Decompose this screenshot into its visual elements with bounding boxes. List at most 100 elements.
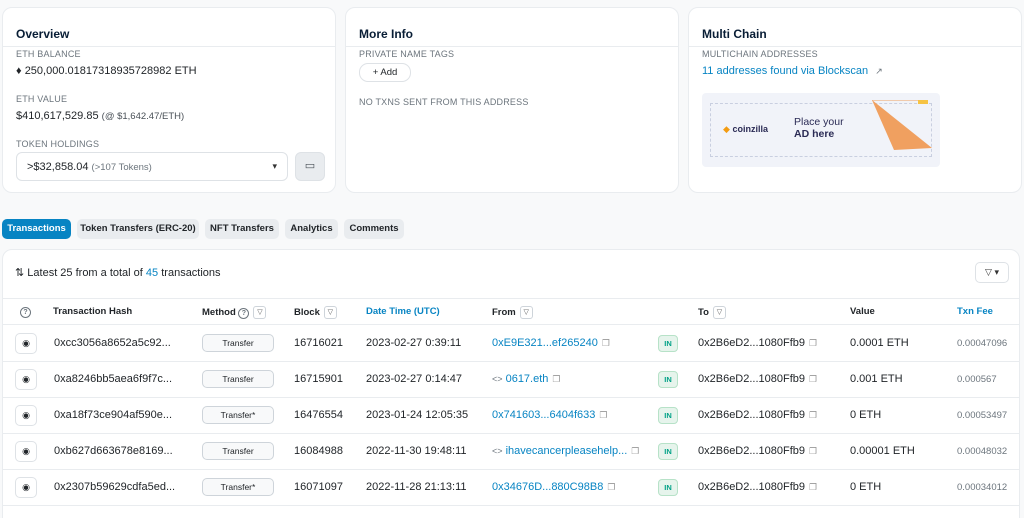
summary-suffix: transactions [161,267,221,279]
tx-datetime: 2022-11-28 21:13:11 [366,481,467,493]
tab-transactions[interactable]: Transactions [2,219,71,239]
to-address-text: 0x2B6eD2...1080Ffb9 [698,337,806,349]
block-link[interactable]: 16071097 [294,481,343,493]
eye-icon: ◉ [22,446,30,456]
tx-fee: 0.00053497 [957,410,1008,421]
to-filter-icon[interactable]: ▽ [712,306,726,319]
tab-token-transfers[interactable]: Token Transfers (ERC-20) [77,219,199,239]
more-info-title: More Info [359,27,413,41]
eth-price: (@ $1,642.47/ETH) [101,111,185,122]
col-hash: Transaction Hash [53,306,133,317]
copy-icon[interactable]: ❐ [809,338,817,349]
tab-nft-transfers[interactable]: NFT Transfers [205,219,279,239]
eth-icon: ♦ [16,65,22,77]
view-details-button[interactable]: ◉ [15,405,37,426]
no-txns-label: NO TXNS SENT FROM THIS ADDRESS [359,97,529,107]
tx-fee: 0.00048032 [957,446,1008,457]
from-address-link[interactable]: ihavecancerpleasehelp... [506,445,628,457]
direction-badge: IN [658,443,678,460]
view-details-button[interactable]: ◉ [15,369,37,390]
direction-badge: IN [658,371,678,388]
tx-hash-link[interactable]: 0x2307b59629cdfa5ed... [54,481,175,493]
method-badge: Transfer* [202,478,274,496]
eye-icon: ◉ [22,482,30,492]
tab-comments[interactable]: Comments [344,219,404,239]
view-details-button[interactable]: ◉ [15,477,37,498]
ad-brand: ◆ coinzilla [723,124,768,135]
from-address-link[interactable]: 0x34676D...880C98B8 [492,481,603,493]
eye-icon: ◉ [22,374,30,384]
view-details-button[interactable]: ◉ [15,333,37,354]
table-header: ? Transaction Hash Method ? ▽ Block ▽ Date… [3,298,1019,325]
ad-text-line1: Place your [794,116,844,128]
divider [689,46,1021,47]
tx-hash-link[interactable]: 0xcc3056a8652a5c92... [54,337,171,349]
eth-balance-label: ETH BALANCE [16,49,81,59]
tx-hash-link[interactable]: 0xa8246bb5aea6f9f7c... [54,373,172,385]
token-holdings-dropdown[interactable]: >$32,858.04 (>107 Tokens) ▾ [16,152,288,181]
chevron-down-icon: ▾ [272,161,277,171]
copy-icon[interactable]: ❐ [809,410,817,421]
eye-icon: ◉ [22,338,30,348]
to-address: 0x2B6eD2...1080Ffb9 ❐ [698,445,817,457]
eth-value-label: ETH VALUE [16,94,68,104]
help-icon[interactable]: ? [20,306,31,318]
chevron-down-icon: ▾ [994,267,999,277]
copy-icon[interactable]: ❐ [631,446,639,457]
ad-banner[interactable]: ◆ coinzilla Place your AD here [702,93,940,167]
external-link-icon[interactable]: ↗ [875,66,883,76]
table-row: ◉ 0x2307b59629cdfa5ed... Transfer* 16071097… [3,470,1019,506]
copy-icon[interactable]: ❐ [599,410,607,421]
col-datetime[interactable]: Date Time (UTC) [366,306,440,317]
from-filter-icon[interactable]: ▽ [519,306,533,319]
method-help-icon[interactable]: ? [238,308,250,320]
from-address: 0x741603...6404f633 ❐ [492,409,607,421]
method-filter-icon[interactable]: ▽ [253,306,267,319]
tx-hash-link[interactable]: 0xa18f73ce904af590e... [54,409,172,421]
token-value: >$32,858.04 [27,161,89,173]
eth-balance-value: 250,000.01817318935728982 ETH [24,65,197,77]
block-link[interactable]: 16476554 [294,409,343,421]
divider [346,46,678,47]
add-tag-button[interactable]: + Add [359,63,411,82]
divider [3,46,335,47]
block-filter-icon[interactable]: ▽ [323,306,337,319]
copy-icon[interactable]: ❐ [809,482,817,493]
to-address: 0x2B6eD2...1080Ffb9 ❐ [698,481,817,493]
table-row: ◉ 0xcc3056a8652a5c92... Transfer 16716021 20… [3,326,1019,362]
sort-icon: ⇅ [15,267,25,279]
from-address-link[interactable]: 0x741603...6404f633 [492,409,595,421]
blockscan-link[interactable]: 11 addresses found via Blockscan [702,65,868,77]
to-address-text: 0x2B6eD2...1080Ffb9 [698,481,806,493]
copy-icon[interactable]: ❐ [607,482,615,493]
method-badge: Transfer [202,442,274,460]
view-details-button[interactable]: ◉ [15,441,37,462]
from-address: <> ihavecancerpleasehelp... ❐ [492,445,639,457]
tab-analytics[interactable]: Analytics [285,219,338,239]
from-address-link[interactable]: 0xE9E321...ef265240 [492,337,598,349]
copy-icon[interactable]: ❐ [809,374,817,385]
overview-title: Overview [16,27,70,41]
summary-count[interactable]: 45 [146,267,158,279]
tx-fee: 0.00047096 [957,338,1008,349]
block-link[interactable]: 16084988 [294,445,343,457]
table-row: ◉ 0xa18f73ce904af590e... Transfer* 16476554… [3,398,1019,434]
ad-text: Place your AD here [794,116,844,140]
block-link[interactable]: 16715901 [294,373,343,385]
copy-icon[interactable]: ❐ [552,374,560,385]
col-fee[interactable]: Txn Fee [957,306,993,317]
filter-button[interactable]: ▽ ▾ [975,262,1009,283]
to-address-text: 0x2B6eD2...1080Ffb9 [698,373,806,385]
method-badge: Transfer [202,334,274,352]
tx-hash-link[interactable]: 0xb627d663678e8169... [54,445,173,457]
table-row: ◉ 0xa8246bb5aea6f9f7c... Transfer 16715901 2… [3,362,1019,398]
tx-value: 0 ETH [850,481,882,493]
block-link[interactable]: 16716021 [294,337,343,349]
from-address-link[interactable]: 0617.eth [506,373,549,385]
wallet-icon: ▭ [304,160,316,172]
multichain-addresses-label: MULTICHAIN ADDRESSES [702,49,818,59]
wallet-button[interactable]: ▭ [295,152,325,181]
copy-icon[interactable]: ❐ [602,338,610,349]
copy-icon[interactable]: ❐ [809,446,817,457]
tx-fee: 0.00034012 [957,482,1008,493]
